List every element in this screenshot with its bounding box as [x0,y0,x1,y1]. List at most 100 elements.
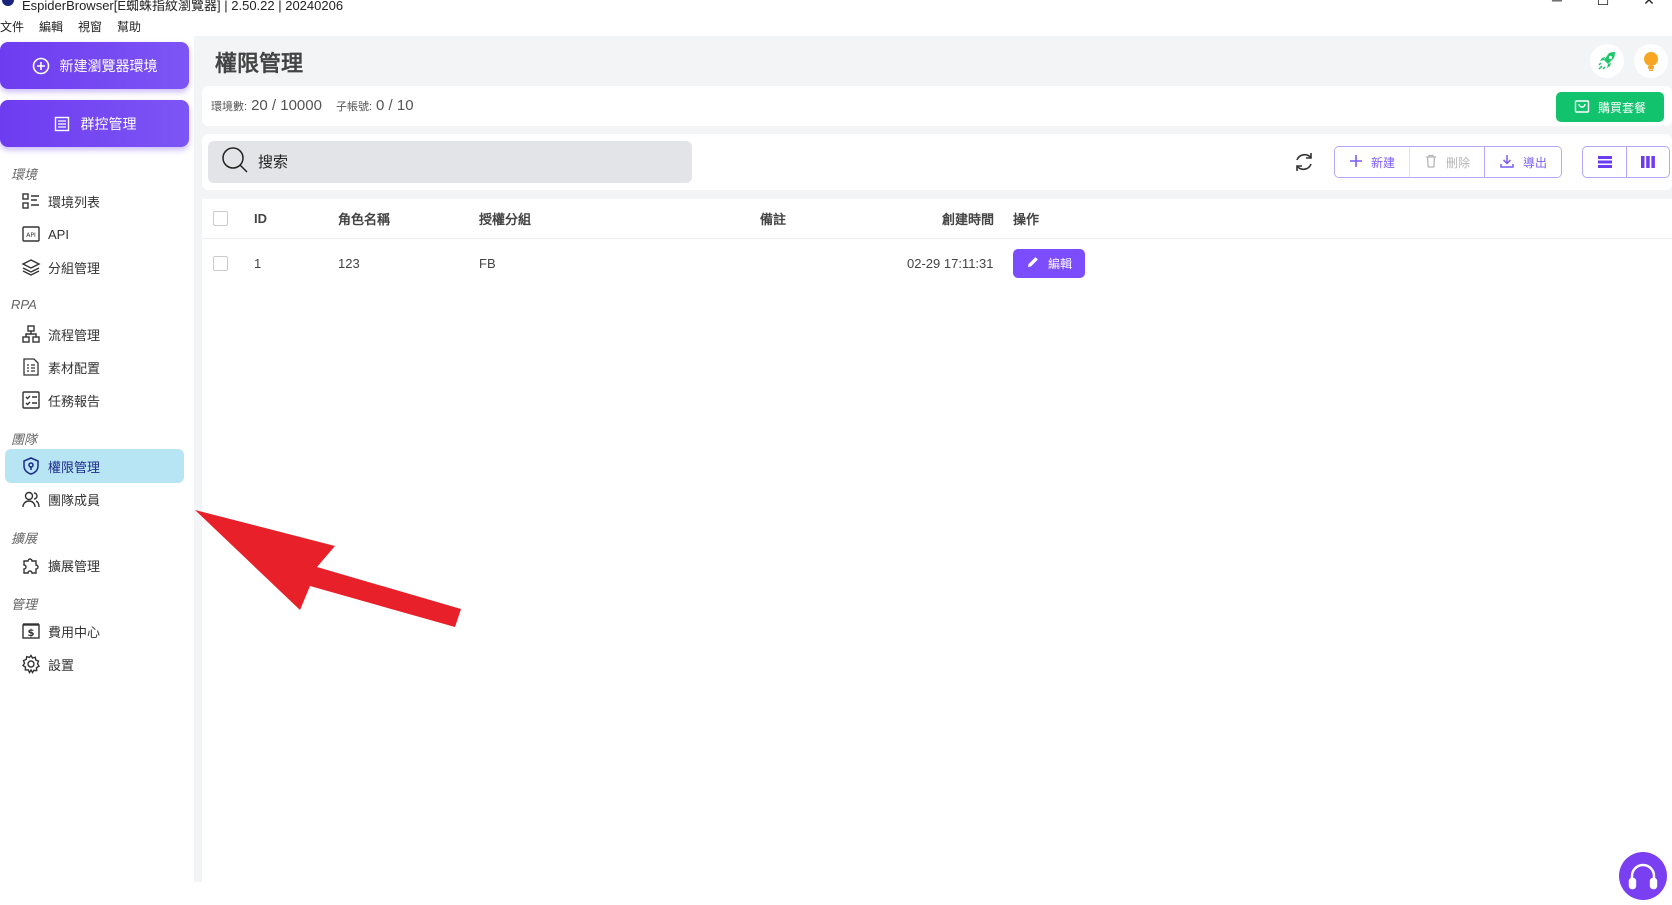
sidebar-item-material[interactable]: 素材配置 [5,350,184,384]
section-title-extensions: 擴展 [11,531,38,546]
new-button-label: 新建 [1371,155,1396,170]
new-button[interactable]: 新建 [1335,147,1410,177]
sidebar-item-api[interactable]: API API [5,217,184,251]
table-row: 1 123 FB 02-29 17:11:31 編輯 [202,239,1672,287]
col-role-name[interactable]: 角色名稱 [338,199,390,238]
sidebar-item-task-report[interactable]: 任務報告 [5,383,184,417]
lightbulb-icon[interactable] [1634,44,1668,78]
svg-text:$: $ [28,628,35,639]
list-view-icon[interactable] [1583,147,1626,177]
sidebar-item-label: 團隊成員 [48,492,101,508]
support-headset-icon[interactable] [1619,852,1667,900]
permissions-table: ID 角色名稱 授權分組 備註 創建時間 操作 1 123 FB 02-29 1… [202,199,1672,882]
close-icon[interactable]: ✕ [1626,0,1672,9]
toolbar: 新建 刪除 導出 [202,134,1672,190]
sidebar: 新建瀏覽器環境 群控管理 環境 環境列表 API API 分組管理 RPA 流程… [0,36,194,882]
sidebar-item-billing[interactable]: $ 費用中心 [5,614,184,648]
menu-help[interactable]: 幫助 [117,18,141,36]
section-title-team: 團隊 [11,432,38,447]
sidebar-item-permissions[interactable]: 權限管理 [5,449,184,483]
buy-plan-button[interactable]: 購買套餐 [1556,92,1664,122]
sidebar-item-groups[interactable]: 分組管理 [5,250,184,284]
rocket-icon[interactable] [1590,44,1624,78]
billing-icon: $ [20,620,42,642]
plus-icon [1349,154,1363,171]
page-title: 權限管理 [215,51,304,76]
sidebar-item-team-members[interactable]: 團隊成員 [5,482,184,516]
sidebar-item-label: 任務報告 [48,393,101,409]
stats-bar: 環境數: 20 / 10000 子帳號: 0 / 10 購買套餐 [202,86,1672,126]
col-note[interactable]: 備註 [760,199,786,238]
sidebar-item-label: 流程管理 [48,327,101,343]
download-icon [1499,153,1515,172]
row-checkbox[interactable] [213,255,228,271]
sub-account-label: 子帳號: [335,101,373,113]
top-icons [1590,44,1668,78]
trash-icon [1424,154,1438,171]
list-icon [20,190,42,212]
api-icon: API [20,223,42,245]
checklist-icon [20,389,42,411]
cell-actions: 編輯 [1013,239,1085,287]
maximize-icon[interactable]: ☐ [1580,0,1626,9]
sub-account-value: 0 / 10 [376,97,414,114]
sidebar-item-label: 權限管理 [48,459,101,475]
list-box-icon [53,115,71,133]
menu-file[interactable]: 文件 [0,18,24,36]
sidebar-item-label: 分組管理 [48,260,101,276]
menu-edit[interactable]: 編輯 [39,18,63,36]
sidebar-item-settings[interactable]: 設置 [5,647,184,681]
menu-window[interactable]: 視窗 [78,18,102,36]
row-select-cell [213,239,228,287]
search-icon [220,145,250,180]
section-title-rpa: RPA [11,297,37,312]
menubar: 文件 編輯 視窗 幫助 [0,18,141,36]
group-control-button[interactable]: 群控管理 [0,100,189,147]
refresh-icon[interactable] [1292,150,1316,174]
export-button[interactable]: 導出 [1485,147,1562,177]
sidebar-item-flow[interactable]: 流程管理 [5,317,184,351]
sidebar-item-label: 費用中心 [48,624,101,640]
search-box[interactable] [208,141,692,183]
group-control-label: 群控管理 [80,115,137,132]
team-icon [20,488,42,510]
section-title-manage: 管理 [11,597,38,612]
pencil-icon [1026,255,1040,272]
sidebar-item-env-list[interactable]: 環境列表 [5,184,184,218]
app-logo-icon [2,0,14,6]
export-button-label: 導出 [1523,155,1548,170]
buy-plan-label: 購買套餐 [1597,100,1646,115]
col-id[interactable]: ID [254,199,267,238]
action-button-group: 新建 刪除 導出 [1334,146,1563,178]
window-controls: ─ ☐ ✕ [1534,0,1672,9]
col-auth-group[interactable]: 授權分組 [479,199,531,238]
shield-icon [20,455,42,477]
edit-button[interactable]: 編輯 [1013,248,1085,278]
select-all-checkbox[interactable] [213,211,228,226]
sidebar-item-extensions[interactable]: 擴展管理 [5,548,184,582]
window-title: EspiderBrowser[E蜘蛛指紋瀏覽器] | 2.50.22 | 202… [22,0,344,13]
cell-auth-group: FB [479,255,496,271]
puzzle-icon [20,554,42,576]
col-created[interactable]: 創建時間 [942,199,994,238]
plus-circle-icon [32,57,50,75]
sidebar-item-label: 素材配置 [48,360,101,376]
cell-created: 02-29 17:11:31 [907,255,994,271]
select-all-cell [213,199,228,238]
env-count-value: 20 / 10000 [251,97,322,114]
delete-button[interactable]: 刪除 [1409,147,1486,177]
view-toggle [1582,146,1670,178]
search-input[interactable] [258,153,658,171]
sidebar-item-label: 環境列表 [48,194,101,210]
gear-icon [20,653,42,675]
new-browser-env-label: 新建瀏覽器環境 [59,57,158,74]
main-content: 權限管理 環境數: 20 / 10000 子帳號: 0 / 10 購買套餐 搜索… [194,36,1672,882]
env-count-label: 環境數: [211,101,248,113]
material-icon [20,356,42,378]
section-title-env: 環境 [11,167,38,182]
minimize-icon[interactable]: ─ [1534,0,1580,9]
cell-id: 1 [254,255,262,271]
column-view-icon[interactable] [1626,147,1669,177]
sidebar-item-label: 設置 [48,657,75,673]
new-browser-env-button[interactable]: 新建瀏覽器環境 [0,42,189,89]
